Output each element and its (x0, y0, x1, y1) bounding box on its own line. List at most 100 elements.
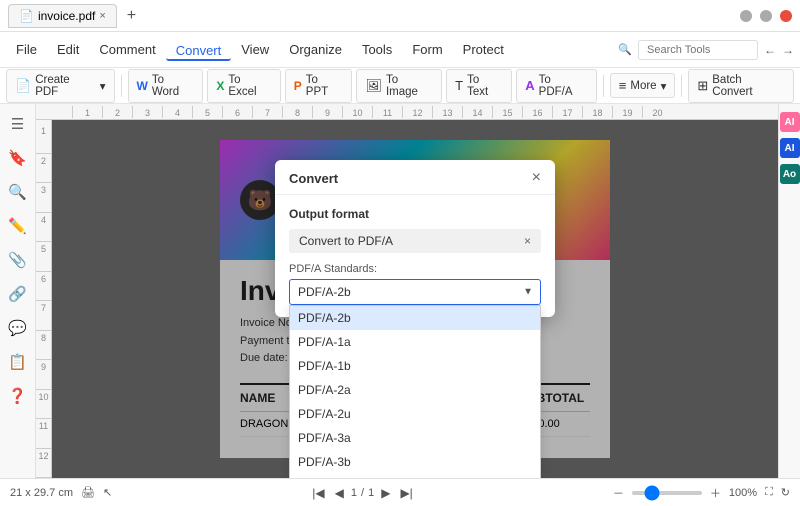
dropdown-item-0[interactable]: PDF/A-2b (290, 306, 540, 330)
zoom-slider[interactable] (632, 491, 702, 495)
dropdown-item-6[interactable]: PDF/A-3b (290, 450, 540, 474)
ruler-mark: 16 (522, 106, 552, 118)
left-edit-icon[interactable]: ✏️ (6, 214, 30, 238)
menu-convert[interactable]: Convert (166, 39, 232, 61)
right-panel: AI AI Ao (778, 104, 800, 478)
print-icon[interactable]: 🖨 (81, 486, 95, 499)
dropdown-item-7[interactable]: PDF/A-3u (290, 474, 540, 478)
to-pdfa-button[interactable]: A To PDF/A (516, 69, 597, 103)
v-mark: 11 (36, 419, 51, 449)
create-pdf-label: Create PDF (35, 74, 96, 98)
menu-view[interactable]: View (231, 38, 279, 61)
convert-to-close[interactable]: × (524, 234, 531, 248)
more-button[interactable]: ≡ More ▾ (610, 73, 676, 98)
to-word-label: To Word (152, 74, 195, 98)
to-image-label: To Image (386, 74, 433, 98)
dropdown-item-1[interactable]: PDF/A-1a (290, 330, 540, 354)
page-current: 1 (351, 487, 357, 499)
pdf-area: 🐻 COLORFU HELMET COMPANY Invoic Invoice … (52, 120, 778, 478)
fit-page-button[interactable]: ⛶ (765, 486, 773, 499)
maximize-button[interactable] (760, 10, 772, 22)
menu-edit[interactable]: Edit (47, 38, 89, 61)
menu-comment[interactable]: Comment (89, 38, 165, 61)
titlebar-tab[interactable]: 📄 invoice.pdf × (8, 4, 117, 28)
menu-form[interactable]: Form (402, 38, 452, 61)
page-navigation: |◀ ◀ 1 / 1 ▶ ▶| (309, 485, 416, 501)
modal-close-button[interactable]: × (532, 170, 541, 186)
rotate-button[interactable]: ↻ (781, 486, 790, 499)
output-format-title: Output format (289, 207, 541, 221)
left-pages-icon[interactable]: 📋 (6, 350, 30, 374)
left-bookmark-icon[interactable]: 🔖 (6, 146, 30, 170)
to-excel-icon: X (216, 79, 224, 93)
toolbar-divider-3 (681, 75, 682, 97)
ai-assistant-teal[interactable]: Ao (780, 164, 800, 184)
left-search-icon[interactable]: 🔍 (6, 180, 30, 204)
cursor-icon[interactable]: ↖ (103, 486, 112, 499)
toolbar-divider-1 (121, 75, 122, 97)
close-button[interactable] (780, 10, 792, 22)
next-page-button[interactable]: ▶ (378, 485, 393, 501)
new-tab-button[interactable]: + (123, 7, 140, 25)
v-mark: 6 (36, 272, 51, 302)
to-text-label: To Text (467, 74, 503, 98)
minimize-button[interactable] (740, 10, 752, 22)
prev-page-button[interactable]: ◀ (332, 485, 347, 501)
to-ppt-button[interactable]: P To PPT (285, 69, 353, 103)
left-menu-icon[interactable]: ☰ (6, 112, 30, 136)
dropdown-item-4[interactable]: PDF/A-2u (290, 402, 540, 426)
create-pdf-button[interactable]: 📄 Create PDF ▾ (6, 69, 115, 103)
v-mark: 8 (36, 331, 51, 361)
zoom-out-button[interactable]: － (613, 485, 624, 501)
dropdown-item-5[interactable]: PDF/A-3a (290, 426, 540, 450)
last-page-button[interactable]: ▶| (397, 485, 415, 501)
nav-back-icon[interactable]: ← (764, 43, 776, 57)
ruler-mark: 9 (312, 106, 342, 118)
pdf-viewer-area: 1 2 3 4 5 6 7 8 9 10 11 12 🐻 (36, 120, 778, 478)
ai-assistant-pink[interactable]: AI (780, 112, 800, 132)
pdfa-select[interactable]: PDF/A-2b PDF/A-1a PDF/A-1b PDF/A-2a PDF/… (289, 279, 541, 305)
to-excel-button[interactable]: X To Excel (207, 69, 280, 103)
left-link-icon[interactable]: 🔗 (6, 282, 30, 306)
menu-organize[interactable]: Organize (279, 38, 352, 61)
zoom-in-button[interactable]: ＋ (710, 485, 721, 501)
tab-label: invoice.pdf (38, 9, 95, 23)
batch-convert-button[interactable]: ⊞ Batch Convert (688, 69, 794, 103)
to-text-button[interactable]: T To Text (446, 69, 512, 103)
v-mark: 4 (36, 213, 51, 243)
to-pdfa-label: To PDF/A (539, 74, 588, 98)
ruler-marks: 1 2 3 4 5 6 7 8 9 10 11 12 13 14 15 16 1… (72, 106, 778, 118)
nav-forward-icon[interactable]: → (782, 43, 794, 57)
ruler-mark: 4 (162, 106, 192, 118)
ruler-mark: 11 (372, 106, 402, 118)
menu-tools[interactable]: Tools (352, 38, 402, 61)
to-image-button[interactable]: 🖼 To Image (356, 69, 442, 103)
modal-header: Convert × (275, 160, 555, 195)
to-excel-label: To Excel (228, 74, 271, 98)
ruler-mark: 14 (462, 106, 492, 118)
statusbar: 21 x 29.7 cm 🖨 ↖ |◀ ◀ 1 / 1 ▶ ▶| － ＋ 100… (0, 478, 800, 506)
tab-close-icon[interactable]: × (99, 10, 105, 22)
first-page-button[interactable]: |◀ (309, 485, 327, 501)
page-total: 1 (368, 487, 374, 499)
to-word-button[interactable]: W To Word (128, 69, 204, 103)
dropdown-item-2[interactable]: PDF/A-1b (290, 354, 540, 378)
toolbar: 📄 Create PDF ▾ W To Word X To Excel P To… (0, 68, 800, 104)
ruler-mark: 12 (402, 106, 432, 118)
v-mark: 1 (36, 124, 51, 154)
convert-to-label: Convert to PDF/A (299, 234, 393, 248)
dropdown-list: PDF/A-2b PDF/A-1a PDF/A-1b PDF/A-2a PDF/… (289, 305, 541, 478)
ai-assistant-blue[interactable]: AI (780, 138, 800, 158)
left-help-icon[interactable]: ❓ (6, 384, 30, 408)
dropdown-item-3[interactable]: PDF/A-2a (290, 378, 540, 402)
ruler-mark: 1 (72, 106, 102, 118)
left-attach-icon[interactable]: 📎 (6, 248, 30, 272)
left-comment-icon[interactable]: 💬 (6, 316, 30, 340)
left-panel: ☰ 🔖 🔍 ✏️ 📎 🔗 💬 📋 ❓ (0, 104, 36, 478)
ruler-mark: 10 (342, 106, 372, 118)
menu-protect[interactable]: Protect (453, 38, 514, 61)
menu-file[interactable]: File (6, 38, 47, 61)
more-arrow: ▾ (661, 79, 667, 93)
statusbar-left: 21 x 29.7 cm 🖨 ↖ (10, 486, 112, 499)
search-tools-input[interactable] (638, 40, 758, 60)
